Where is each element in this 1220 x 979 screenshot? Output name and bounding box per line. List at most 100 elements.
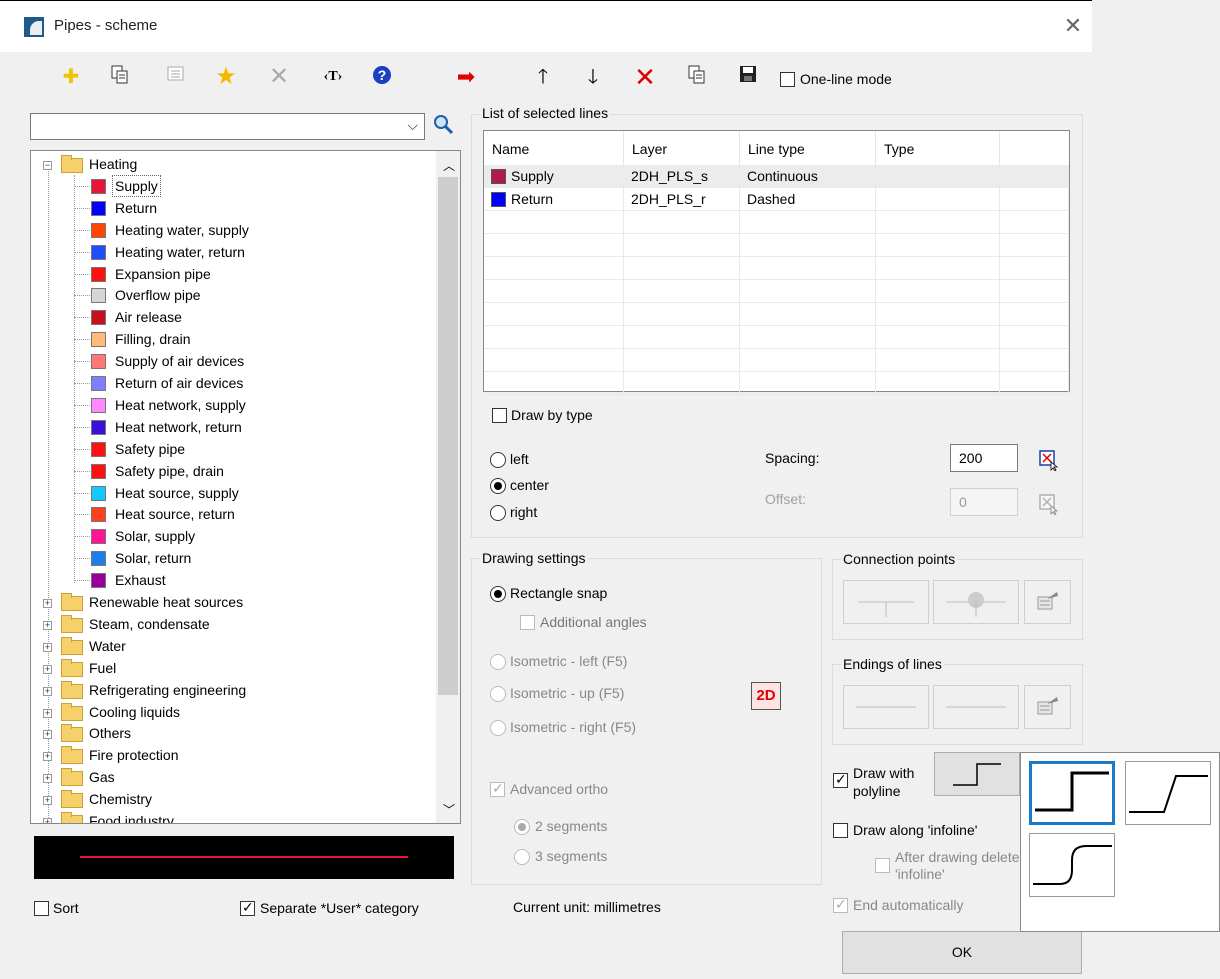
expand-toggle-icon[interactable]: + [43, 708, 52, 718]
tree-item-water[interactable]: Water [89, 635, 126, 657]
align-left-radio[interactable] [490, 452, 506, 468]
tree-item-filling-drain[interactable]: Filling, drain [115, 328, 190, 350]
tree-item-heating[interactable]: Heating [89, 153, 137, 175]
tree-item-supply[interactable]: Supply [112, 174, 161, 197]
scroll-up-icon[interactable]: ︿ [443, 157, 455, 174]
draw-with-polyline-checkbox[interactable] [833, 771, 848, 788]
move-down-arrow-icon[interactable]: 🡓 [580, 64, 606, 90]
tree-item-renewable-heat-sources[interactable]: Renewable heat sources [89, 591, 243, 613]
tree-item-supply-of-air-devices[interactable]: Supply of air devices [115, 350, 244, 372]
draw-by-type-checkbox[interactable] [492, 408, 507, 423]
mode-2d-badge[interactable]: 2D [751, 682, 781, 710]
table-cell [876, 326, 1000, 349]
table-row[interactable] [484, 280, 1069, 303]
column-header-type[interactable]: Type [876, 131, 1000, 167]
tree-item-heat-source-supply[interactable]: Heat source, supply [115, 482, 239, 504]
chevron-down-icon[interactable]: ⌵ [407, 117, 418, 134]
scrollbar-thumb[interactable] [438, 177, 458, 695]
tree-item-heat-network-return[interactable]: Heat network, return [115, 416, 242, 438]
column-header-layer[interactable]: Layer [624, 131, 740, 167]
expand-toggle-icon[interactable]: + [43, 774, 52, 784]
move-right-arrow-icon[interactable]: ➡ [453, 64, 479, 90]
tree-scrollbar[interactable]: ︿ ﹀ [436, 151, 460, 823]
expand-toggle-icon[interactable]: + [43, 686, 52, 696]
category-combobox[interactable]: ⌵ [30, 113, 425, 140]
tree-item-solar-return[interactable]: Solar, return [115, 547, 191, 569]
spacing-input[interactable] [950, 444, 1018, 472]
text-icon[interactable]: ‹T› [316, 64, 350, 90]
copy-icon[interactable] [684, 64, 710, 90]
draw-along-infoline-label: Draw along 'infoline' [853, 822, 978, 838]
tree-item-return-of-air-devices[interactable]: Return of air devices [115, 372, 243, 394]
shape-option-right-angle[interactable] [1029, 761, 1115, 825]
table-row[interactable] [484, 234, 1069, 257]
tree-item-return[interactable]: Return [115, 197, 157, 219]
expand-toggle-icon[interactable]: + [43, 664, 52, 674]
tree-item-heating-water-supply[interactable]: Heating water, supply [115, 219, 249, 241]
ok-button[interactable]: OK [842, 931, 1082, 974]
table-row[interactable] [484, 303, 1069, 326]
copy-icon[interactable] [107, 64, 133, 90]
tree-item-overflow-pipe[interactable]: Overflow pipe [115, 284, 201, 306]
rectangle-snap-radio[interactable] [490, 586, 506, 602]
polyline-shape-button[interactable] [934, 752, 1020, 796]
sort-checkbox[interactable] [34, 901, 49, 916]
search-icon[interactable] [432, 113, 456, 137]
table-row[interactable] [484, 257, 1069, 280]
tree-item-expansion-pipe[interactable]: Expansion pipe [115, 263, 211, 285]
tree-item-gas[interactable]: Gas [89, 766, 115, 788]
one-line-mode-checkbox[interactable] [780, 72, 795, 87]
shape-option-rounded[interactable] [1029, 833, 1115, 897]
expand-toggle-icon[interactable]: + [43, 730, 52, 740]
column-header-line-type[interactable]: Line type [740, 131, 876, 167]
move-up-arrow-icon[interactable]: 🡑 [530, 64, 556, 90]
separate-user-category-checkbox[interactable] [240, 899, 255, 916]
tree-item-heating-water-return[interactable]: Heating water, return [115, 241, 245, 263]
draw-along-infoline-checkbox[interactable] [833, 823, 848, 838]
tree-item-solar-supply[interactable]: Solar, supply [115, 525, 195, 547]
close-icon[interactable]: ✕ [1061, 13, 1085, 39]
tree-item-heat-network-supply[interactable]: Heat network, supply [115, 394, 246, 416]
tree-item-safety-pipe-drain[interactable]: Safety pipe, drain [115, 460, 224, 482]
remove-red-x-icon[interactable]: ✕ [632, 64, 658, 90]
tree-item-air-release[interactable]: Air release [115, 306, 182, 328]
table-row[interactable]: Supply 2DH_PLS_s Continuous [484, 165, 1069, 188]
tree-item-cooling-liquids[interactable]: Cooling liquids [89, 701, 180, 723]
table-row[interactable]: Return 2DH_PLS_r Dashed [484, 188, 1069, 211]
tree-item-fuel[interactable]: Fuel [89, 657, 116, 679]
tree-item-fire-protection[interactable]: Fire protection [89, 744, 178, 766]
tree-item-food-industry[interactable]: Food industry [89, 810, 174, 823]
tree-item-refrigerating-engineering[interactable]: Refrigerating engineering [89, 679, 246, 701]
tree-item-exhaust[interactable]: Exhaust [115, 569, 166, 591]
table-row[interactable] [484, 349, 1069, 372]
table-row[interactable] [484, 326, 1069, 349]
align-center-radio[interactable] [490, 478, 506, 494]
expand-toggle-icon[interactable]: + [43, 796, 52, 806]
tree-item-others[interactable]: Others [89, 722, 131, 744]
collapse-toggle-icon[interactable]: − [43, 161, 52, 170]
tree-item-steam-condensate[interactable]: Steam, condensate [89, 613, 210, 635]
selected-lines-table[interactable]: Name Layer Line type Type Supply 2DH_PLS_… [483, 130, 1070, 395]
table-cell: Return [484, 188, 624, 211]
tree-item-safety-pipe[interactable]: Safety pipe [115, 438, 185, 460]
tree-item-heat-source-return[interactable]: Heat source, return [115, 503, 235, 525]
table-row[interactable] [484, 211, 1069, 234]
tree-item-chemistry[interactable]: Chemistry [89, 788, 152, 810]
save-floppy-icon[interactable] [735, 64, 761, 90]
favorite-star-icon[interactable]: ★ [213, 64, 239, 90]
expand-toggle-icon[interactable]: + [43, 620, 52, 630]
expand-toggle-icon[interactable]: + [43, 642, 52, 652]
pick-spacing-icon[interactable] [1038, 449, 1060, 472]
pipe-category-tree[interactable]: − Heating Supply Return Heating water, suppl… [30, 150, 461, 824]
table-row[interactable] [484, 372, 1069, 395]
align-right-radio[interactable] [490, 505, 506, 521]
scroll-down-icon[interactable]: ﹀ [443, 801, 455, 818]
expand-toggle-icon[interactable]: + [43, 752, 52, 762]
expand-toggle-icon[interactable]: + [43, 599, 52, 608]
help-icon[interactable]: ? [369, 64, 395, 90]
expand-toggle-icon[interactable]: + [43, 818, 52, 823]
selected-lines-title: List of selected lines [480, 105, 611, 121]
column-header-name[interactable]: Name [484, 131, 624, 167]
shape-option-chamfer[interactable] [1125, 761, 1211, 825]
add-icon[interactable]: ✚ [58, 64, 84, 90]
